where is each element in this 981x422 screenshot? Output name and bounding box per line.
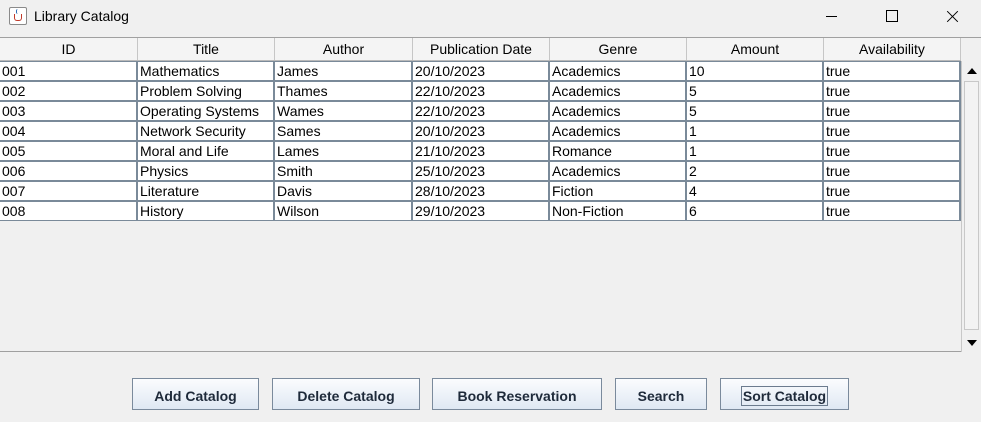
column-header-genre[interactable]: Genre — [550, 38, 687, 60]
cell-id[interactable]: 008 — [0, 202, 138, 220]
vertical-scrollbar[interactable] — [961, 61, 981, 352]
minimize-button[interactable] — [805, 0, 857, 32]
cell-author[interactable]: Wames — [275, 102, 413, 120]
delete-catalog-button[interactable]: Delete Catalog — [272, 378, 420, 410]
cell-availability[interactable]: true — [824, 142, 961, 160]
scroll-up-button[interactable] — [963, 62, 981, 79]
table-row[interactable]: 008 History Wilson 29/10/2023 Non-Fiction 6 tr… — [0, 201, 961, 221]
cell-amount[interactable]: 1 — [687, 142, 824, 160]
table-row[interactable]: 007 Literature Davis 28/10/2023 Fiction 4 true — [0, 181, 961, 201]
arrow-down-icon — [967, 339, 977, 346]
book-reservation-label: Book Reservation — [457, 387, 577, 404]
cell-title[interactable]: History — [138, 202, 275, 220]
cell-id[interactable]: 006 — [0, 162, 138, 180]
cell-author[interactable]: Lames — [275, 142, 413, 160]
delete-catalog-label: Delete Catalog — [297, 387, 395, 404]
add-catalog-button[interactable]: Add Catalog — [132, 378, 259, 410]
table-row[interactable]: 006 Physics Smith 25/10/2023 Academics 2 true — [0, 161, 961, 181]
cell-availability[interactable]: true — [824, 162, 961, 180]
cell-genre[interactable]: Academics — [550, 102, 687, 120]
search-label: Search — [637, 387, 685, 404]
cell-author[interactable]: Wilson — [275, 202, 413, 220]
cell-amount[interactable]: 5 — [687, 82, 824, 100]
cell-id[interactable]: 001 — [0, 62, 138, 80]
sort-catalog-label: Sort Catalog — [740, 385, 829, 406]
cell-title[interactable]: Literature — [138, 182, 275, 200]
column-header-id[interactable]: ID — [0, 38, 138, 60]
cell-availability[interactable]: true — [824, 82, 961, 100]
column-header-amount[interactable]: Amount — [687, 38, 824, 60]
maximize-button[interactable] — [866, 0, 918, 32]
cell-id[interactable]: 004 — [0, 122, 138, 140]
cell-availability[interactable]: true — [824, 182, 961, 200]
table-row[interactable]: 005 Moral and Life Lames 21/10/2023 Romance 1… — [0, 141, 961, 161]
scroll-track[interactable] — [964, 81, 979, 330]
cell-amount[interactable]: 10 — [687, 62, 824, 80]
title-bar: Library Catalog — [0, 0, 981, 34]
cell-publication-date[interactable]: 22/10/2023 — [413, 82, 550, 100]
cell-genre[interactable]: Academics — [550, 122, 687, 140]
cell-amount[interactable]: 5 — [687, 102, 824, 120]
arrow-up-icon — [967, 67, 977, 74]
cell-genre[interactable]: Non-Fiction — [550, 202, 687, 220]
cell-availability[interactable]: true — [824, 62, 961, 80]
cell-availability[interactable]: true — [824, 122, 961, 140]
book-reservation-button[interactable]: Book Reservation — [432, 378, 602, 410]
cell-title[interactable]: Mathematics — [138, 62, 275, 80]
cell-id[interactable]: 002 — [0, 82, 138, 100]
cell-publication-date[interactable]: 25/10/2023 — [413, 162, 550, 180]
cell-genre[interactable]: Academics — [550, 162, 687, 180]
table-row[interactable]: 003 Operating Systems Wames 22/10/2023 Acade… — [0, 101, 961, 121]
cell-publication-date[interactable]: 29/10/2023 — [413, 202, 550, 220]
maximize-icon — [886, 10, 898, 22]
minimize-icon — [825, 15, 837, 17]
cell-availability[interactable]: true — [824, 102, 961, 120]
cell-publication-date[interactable]: 20/10/2023 — [413, 62, 550, 80]
cell-author[interactable]: Smith — [275, 162, 413, 180]
cell-title[interactable]: Physics — [138, 162, 275, 180]
column-header-publication-date[interactable]: Publication Date — [413, 38, 550, 60]
cell-publication-date[interactable]: 22/10/2023 — [413, 102, 550, 120]
cell-title[interactable]: Moral and Life — [138, 142, 275, 160]
cell-title[interactable]: Problem Solving — [138, 82, 275, 100]
column-header-author[interactable]: Author — [275, 38, 413, 60]
table-row[interactable]: 002 Problem Solving Thames 22/10/2023 Academ… — [0, 81, 961, 101]
cell-amount[interactable]: 6 — [687, 202, 824, 220]
cell-title[interactable]: Network Security — [138, 122, 275, 140]
cell-genre[interactable]: Romance — [550, 142, 687, 160]
cell-id[interactable]: 007 — [0, 182, 138, 200]
cell-title[interactable]: Operating Systems — [138, 102, 275, 120]
column-header-availability[interactable]: Availability — [824, 38, 961, 60]
cell-id[interactable]: 003 — [0, 102, 138, 120]
close-icon — [946, 10, 959, 23]
cell-amount[interactable]: 2 — [687, 162, 824, 180]
cell-amount[interactable]: 4 — [687, 182, 824, 200]
catalog-table: ID Title Author Publication Date Genre A… — [0, 37, 981, 352]
sort-catalog-button[interactable]: Sort Catalog — [720, 378, 849, 410]
cell-publication-date[interactable]: 28/10/2023 — [413, 182, 550, 200]
cell-author[interactable]: James — [275, 62, 413, 80]
cell-genre[interactable]: Academics — [550, 62, 687, 80]
cell-author[interactable]: Davis — [275, 182, 413, 200]
cell-publication-date[interactable]: 20/10/2023 — [413, 122, 550, 140]
cell-genre[interactable]: Academics — [550, 82, 687, 100]
table-header: ID Title Author Publication Date Genre A… — [0, 38, 961, 61]
cell-author[interactable]: Thames — [275, 82, 413, 100]
column-header-title[interactable]: Title — [138, 38, 275, 60]
table-row[interactable]: 004 Network Security Sames 20/10/2023 Academ… — [0, 121, 961, 141]
cell-genre[interactable]: Fiction — [550, 182, 687, 200]
java-cup-icon — [9, 7, 27, 25]
scroll-down-button[interactable] — [963, 334, 981, 351]
cell-publication-date[interactable]: 21/10/2023 — [413, 142, 550, 160]
close-button[interactable] — [926, 0, 978, 32]
window-title: Library Catalog — [34, 8, 129, 24]
cell-id[interactable]: 005 — [0, 142, 138, 160]
search-button[interactable]: Search — [615, 378, 707, 410]
add-catalog-label: Add Catalog — [154, 387, 237, 404]
cell-author[interactable]: Sames — [275, 122, 413, 140]
cell-amount[interactable]: 1 — [687, 122, 824, 140]
cell-availability[interactable]: true — [824, 202, 961, 220]
table-row[interactable]: 001 Mathematics James 20/10/2023 Academics 10… — [0, 61, 961, 81]
